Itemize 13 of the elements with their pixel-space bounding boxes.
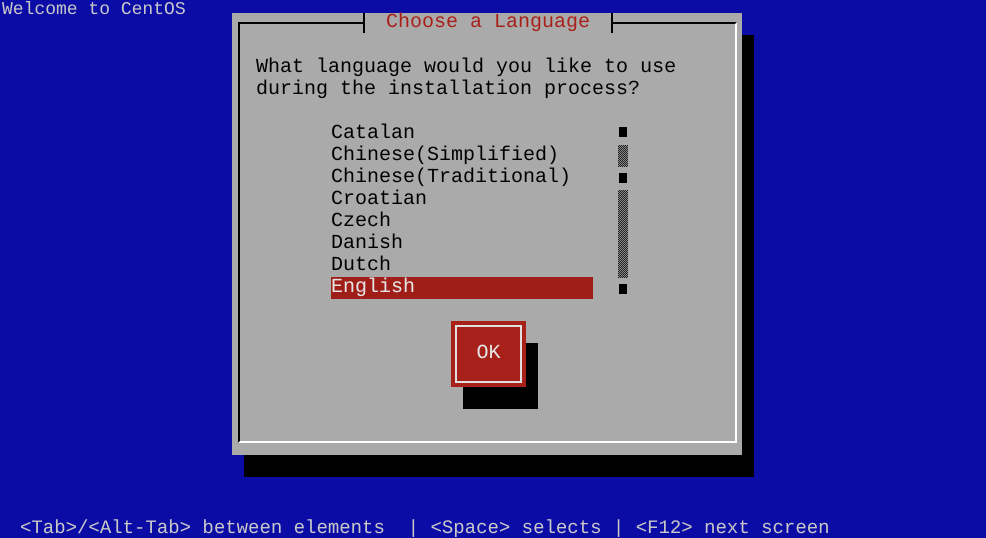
- language-option[interactable]: Croatian: [331, 189, 593, 211]
- language-option[interactable]: Chinese(Simplified): [331, 145, 593, 167]
- language-option[interactable]: English: [331, 277, 593, 299]
- dialog-title: Choose a Language: [363, 13, 613, 33]
- welcome-heading: Welcome to CentOS: [1, 0, 186, 20]
- dialog-prompt: What language would you like to use during the installation process?: [256, 57, 678, 101]
- language-option[interactable]: Czech: [331, 211, 593, 233]
- language-option[interactable]: Chinese(Traditional): [331, 167, 593, 189]
- language-option[interactable]: Dutch: [331, 255, 593, 277]
- ok-button[interactable]: OK: [451, 321, 526, 387]
- language-option[interactable]: Danish: [331, 233, 593, 255]
- language-option[interactable]: Catalan: [331, 123, 593, 145]
- keyboard-hints: <Tab>/<Alt-Tab> between elements | <Space> selects | <F12> next screen: [20, 518, 830, 538]
